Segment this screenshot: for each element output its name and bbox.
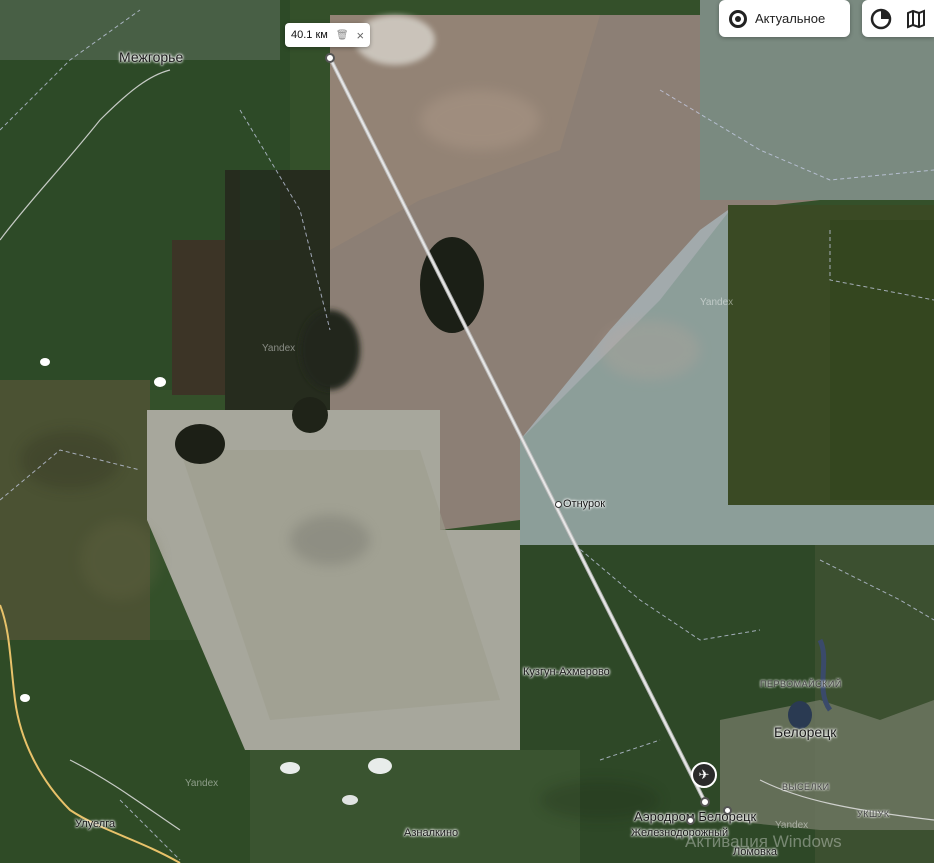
layers-icon[interactable] bbox=[870, 8, 892, 30]
place-label-vyselki: ВЫСЕЛКИ bbox=[782, 782, 830, 792]
place-label-aerodrome: Аэродром Белорецк bbox=[634, 809, 757, 824]
place-label-kuzgun: Кузгун-Ахмерово bbox=[523, 666, 610, 678]
windows-activation-watermark: Активация Windows bbox=[685, 832, 842, 851]
place-label-otnurok: Отнурок bbox=[563, 498, 606, 510]
target-icon bbox=[729, 9, 747, 28]
actual-imagery-button[interactable]: Актуальное bbox=[719, 0, 850, 37]
place-label-aznalkino: Азналкино bbox=[404, 827, 459, 839]
map-pin[interactable] bbox=[723, 806, 732, 815]
map-pin[interactable] bbox=[686, 816, 695, 825]
place-label-uluelga: Улуелга bbox=[75, 818, 116, 830]
place-dot-otnurok bbox=[555, 501, 562, 508]
layers-panel[interactable] bbox=[862, 0, 934, 37]
place-label-ukshuk: УКШУК bbox=[857, 809, 890, 819]
yandex-mark: Yandex bbox=[700, 297, 734, 308]
close-icon[interactable]: × bbox=[357, 29, 365, 42]
trash-icon[interactable]: 🗑 bbox=[336, 30, 349, 41]
measure-start-pin[interactable] bbox=[325, 53, 335, 63]
measure-end-pin[interactable] bbox=[700, 797, 710, 807]
place-label-pervomaisky: ПЕРВОМАЙСКИЙ bbox=[760, 679, 842, 689]
distance-popup: 40.1 км 🗑 × bbox=[285, 23, 371, 47]
place-label-beloretsk: Белорецк bbox=[774, 724, 837, 740]
place-label-mezhgorye: Межгорье bbox=[119, 49, 184, 65]
yandex-mark: Yandex bbox=[262, 343, 296, 354]
yandex-mark: Yandex bbox=[775, 820, 809, 831]
yandex-mark: Yandex bbox=[185, 778, 219, 789]
actual-imagery-label: Актуальное bbox=[755, 11, 826, 26]
map-book-icon[interactable] bbox=[906, 9, 926, 29]
airport-icon[interactable]: ✈ bbox=[691, 762, 717, 788]
distance-value: 40.1 км bbox=[291, 29, 328, 41]
